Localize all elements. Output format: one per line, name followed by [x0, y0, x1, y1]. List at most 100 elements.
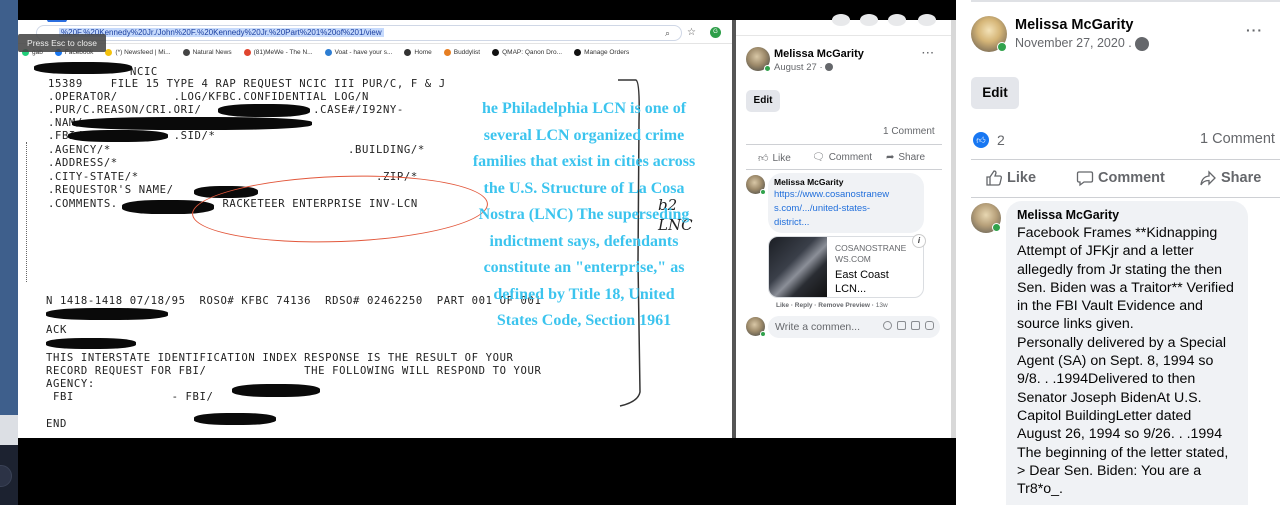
comment-bubble: Melissa McGarity Facebook Frames **Kidna…	[1006, 201, 1248, 505]
comment-line: 9/8. . .1994Delivered to then	[1017, 371, 1196, 388]
share-button[interactable]: ➦ Share	[886, 152, 925, 163]
bookmark-item[interactable]: (81)MeWe - The N...	[243, 48, 313, 56]
bookmark-label: Natural News	[192, 48, 232, 56]
camera-icon[interactable]	[897, 321, 906, 330]
reactions-count[interactable]: 2	[997, 132, 1005, 148]
bookmark-item[interactable]: QMAP: Qanon Dro...	[492, 48, 563, 56]
bookmark-item[interactable]: (*) Newsfeed | Mi...	[105, 48, 171, 56]
post-date-text[interactable]: August 27	[774, 62, 817, 73]
globe-icon	[1135, 36, 1150, 51]
sticker-icon[interactable]	[925, 321, 934, 330]
document-line: FBI - FBI/	[46, 391, 214, 403]
redaction	[72, 117, 312, 130]
comment-reply-link[interactable]: Reply	[795, 302, 813, 309]
overlay-line: he Philadelphia LCN is one of	[481, 100, 687, 117]
comment-author[interactable]: Melissa McGarity	[774, 177, 843, 187]
redaction	[232, 384, 320, 397]
qmap-icon	[492, 48, 500, 56]
comment-line: Agent (SA) on Sept. 8, 1994 so	[1017, 353, 1214, 370]
bookmark-item[interactable]: Manage Orders	[574, 48, 630, 56]
document-line: RECORD REQUEST FOR FBI/ THE FOLLOWING WI…	[46, 365, 542, 377]
overlay-line: defined by Title 18, United	[493, 285, 675, 303]
emoji-icon[interactable]	[883, 321, 892, 330]
document-line: END	[46, 418, 67, 430]
fbi-document-image: NCIC 15389 FILE 15 TYPE 4 RAP REQUEST NCI…	[18, 62, 732, 438]
desktop-window-edge	[0, 415, 18, 445]
bookmark-star-icon[interactable]: ☆	[687, 27, 696, 38]
title-line: East Coast	[835, 269, 889, 281]
post-date-text[interactable]: November 27, 2020	[1015, 36, 1125, 50]
like-button[interactable]: 👍︎ Like	[758, 152, 791, 165]
post-author[interactable]: Melissa McGarity	[774, 48, 864, 60]
edit-button[interactable]: Edit	[971, 77, 1019, 109]
browser-window: %20F.%20Kennedy%20Jr./John%20F.%20Kenned…	[18, 20, 732, 438]
bookmarks-bar: gab Facebook (*) Newsfeed | Mi... Natural N…	[18, 45, 732, 59]
comment-link[interactable]: https://www.cosanostranew s.com/.../unit…	[774, 188, 889, 230]
preview-title[interactable]: East Coast LCN...	[835, 268, 889, 296]
comment-line: in the FBI Vault Evidence and	[1017, 298, 1203, 315]
comment-placeholder: Write a commen...	[775, 321, 860, 333]
bookmark-label: QMAP: Qanon Dro...	[502, 48, 563, 56]
post-author[interactable]: Melissa McGarity	[1015, 17, 1133, 33]
divider	[971, 159, 1280, 160]
comments-count[interactable]: 1 Comment	[883, 126, 935, 137]
like-reaction-icon[interactable]: 👍︎	[973, 132, 989, 148]
address-bar[interactable]: %20F.%20Kennedy%20Jr./John%20F.%20Kenned…	[18, 22, 732, 44]
post-date[interactable]: November 27, 2020 .	[1015, 36, 1150, 51]
info-icon[interactable]: i	[912, 234, 926, 248]
divider	[746, 144, 942, 145]
share-button[interactable]: Share	[1199, 169, 1261, 187]
comment-button[interactable]: 🗨︎ Comment	[812, 152, 872, 163]
url-text[interactable]: %20F.%20Kennedy%20Jr./John%20F.%20Kenned…	[59, 28, 384, 37]
preview-thumbnail	[769, 237, 827, 297]
comment-button[interactable]: Comment	[1076, 169, 1165, 187]
bookmark-item[interactable]: Voat - have your s...	[324, 48, 392, 56]
mewe-icon	[243, 48, 251, 56]
url-field[interactable]: %20F.%20Kennedy%20Jr./John%20F.%20Kenned…	[36, 25, 696, 41]
comment-line: Sen. Biden was a Traitor** Verified	[1017, 279, 1234, 296]
comment-line: Attempt of JFKjr and a letter	[1017, 243, 1194, 260]
profile-avatar-icon[interactable]: G	[710, 27, 721, 38]
more-options-icon[interactable]: ···	[1246, 22, 1263, 38]
link-line[interactable]: https://www.cosanostranew	[774, 188, 889, 202]
bookmark-label: Manage Orders	[584, 48, 630, 56]
divider	[746, 169, 942, 170]
comment-like-link[interactable]: Like	[776, 302, 789, 309]
divider	[971, 197, 1280, 198]
link-line[interactable]: s.com/.../united-states-	[774, 202, 889, 216]
share-arrow-icon	[1200, 170, 1216, 186]
overlay-line: Nostra (LNC) The superseding	[478, 206, 690, 223]
post-date[interactable]: August 27 ·	[774, 62, 834, 73]
zoom-icon[interactable]: ⌕	[665, 28, 670, 39]
preview-domain: COSANOSTRANE WS.COM	[835, 243, 906, 265]
gif-icon[interactable]	[911, 321, 920, 330]
online-status-icon	[992, 223, 1001, 232]
bookmark-label: Home	[414, 48, 432, 56]
bookmark-item[interactable]: Buddylist	[443, 48, 480, 56]
link-preview-card[interactable]: COSANOSTRANE WS.COM East Coast LCN...	[768, 236, 924, 298]
separator: ·	[819, 62, 823, 73]
buddylist-icon	[443, 48, 451, 56]
like-label: Like	[1007, 170, 1037, 186]
bookmark-item[interactable]: Home	[404, 48, 432, 56]
comments-count[interactable]: 1 Comment	[1200, 131, 1275, 147]
natural-news-icon	[182, 48, 190, 56]
overlay-line: constitute an "enterprise," as	[483, 259, 685, 276]
link-line[interactable]: district...	[774, 216, 889, 230]
bookmark-item[interactable]: Natural News	[182, 48, 232, 56]
remove-preview-link[interactable]: Remove Preview	[818, 302, 870, 309]
document-line: THIS INTERSTATE IDENTIFICATION INDEX RES…	[46, 352, 514, 364]
write-comment-input[interactable]: Write a commen...	[768, 316, 940, 338]
more-options-icon[interactable]: ···	[922, 48, 935, 59]
comment-line: source links given.	[1017, 316, 1134, 333]
desktop-edge	[0, 0, 18, 505]
redaction	[34, 62, 132, 74]
domain-line: WS.COM	[835, 254, 871, 264]
edit-button[interactable]: Edit	[746, 90, 780, 112]
online-status-icon	[764, 65, 771, 72]
comment-author[interactable]: Melissa McGarity	[1017, 208, 1119, 222]
share-label: Share	[898, 152, 926, 163]
comment-line: Facebook Frames **Kidnapping	[1017, 225, 1218, 241]
like-button[interactable]: Like	[985, 169, 1036, 187]
overlay-line: States Code, Section 1961	[496, 312, 672, 329]
